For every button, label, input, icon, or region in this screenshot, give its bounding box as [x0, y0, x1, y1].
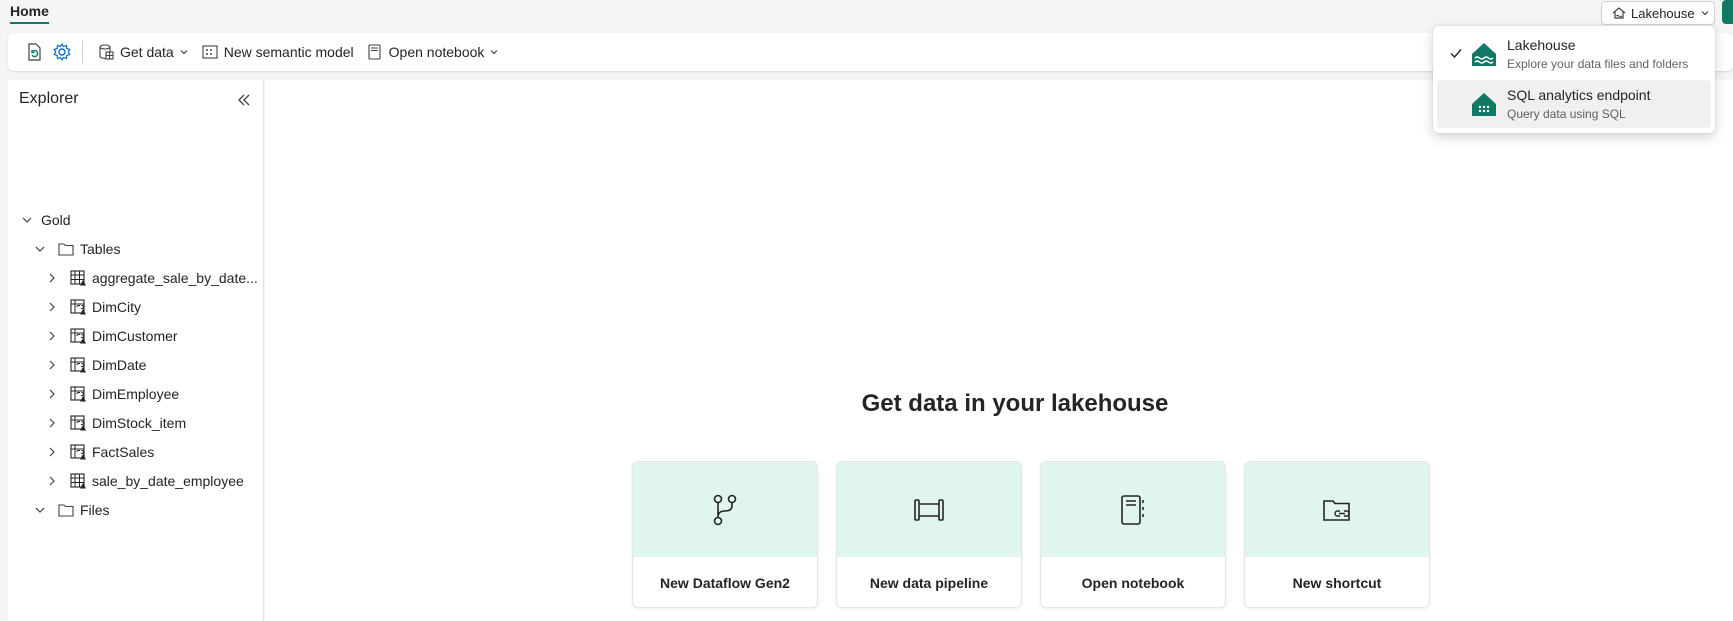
- open-notebook-button[interactable]: Open notebook: [360, 38, 506, 66]
- chevron-right-icon[interactable]: [42, 297, 62, 317]
- linked-table-icon: [68, 326, 88, 346]
- table-item-label: DimStock_item: [92, 415, 187, 431]
- tree-item-label: Tables: [80, 241, 121, 257]
- table-item[interactable]: sale_by_date_employee: [42, 467, 244, 495]
- card-label: Open notebook: [1081, 575, 1185, 591]
- table-icon: [68, 268, 88, 288]
- lakehouse-icon: [1472, 43, 1496, 66]
- table-icon: [68, 471, 88, 491]
- table-item-label: sale_by_date_employee: [92, 473, 244, 489]
- card-label: New data pipeline: [869, 575, 989, 591]
- chevron-right-icon[interactable]: [42, 355, 62, 375]
- card-label: New shortcut: [1292, 575, 1382, 591]
- chevron-down-icon: [1701, 11, 1709, 16]
- tree-item-files[interactable]: Files: [30, 496, 110, 524]
- explorer-pane: Explorer Gold Tables aggregate_sale_by_d…: [8, 80, 264, 621]
- linked-table-icon: [68, 413, 88, 433]
- table-item[interactable]: FactSales: [42, 438, 154, 466]
- table-item[interactable]: aggregate_sale_by_date...: [42, 264, 258, 292]
- table-item-label: DimCustomer: [92, 328, 178, 344]
- new-semantic-model-label: New semantic model: [223, 44, 354, 60]
- mode-switch-button[interactable]: Lakehouse: [1601, 1, 1715, 25]
- mode-switch-menu: Lakehouse Explore your data files and fo…: [1433, 26, 1715, 133]
- database-icon: [99, 44, 114, 60]
- page-title: Get data in your lakehouse: [861, 390, 1169, 417]
- tree-item-tables[interactable]: Tables: [30, 235, 120, 263]
- checkmark-icon: [1450, 49, 1462, 59]
- chevron-right-icon[interactable]: [42, 384, 62, 404]
- tree-item-label: Gold: [41, 212, 71, 228]
- menu-item-subtitle: Query data using SQL: [1507, 107, 1626, 121]
- chevron-down-icon[interactable]: [17, 210, 37, 230]
- toolbar-divider: [82, 41, 83, 63]
- settings-gear-icon[interactable]: [48, 38, 76, 66]
- new-semantic-model-button[interactable]: New semantic model: [195, 38, 360, 66]
- shortcut-folder-icon: [1323, 499, 1350, 521]
- linked-table-icon: [68, 355, 88, 375]
- collapse-pane-icon[interactable]: [234, 90, 254, 110]
- table-item[interactable]: DimDate: [42, 351, 146, 379]
- notebook-icon: [368, 44, 381, 60]
- semantic-model-icon: [202, 45, 218, 59]
- new-shortcut-card[interactable]: New shortcut: [1244, 461, 1430, 608]
- table-item[interactable]: DimStock_item: [42, 409, 186, 437]
- chevron-right-icon[interactable]: [42, 442, 62, 462]
- chevron-right-icon[interactable]: [42, 326, 62, 346]
- get-data-label: Get data: [120, 44, 174, 60]
- menu-item-title: SQL analytics endpoint: [1507, 87, 1651, 103]
- menu-item-lakehouse[interactable]: Lakehouse Explore your data files and fo…: [1437, 30, 1711, 78]
- linked-table-icon: [68, 384, 88, 404]
- tree-item-label: Files: [80, 502, 110, 518]
- folder-icon: [56, 239, 76, 259]
- table-item-label: FactSales: [92, 444, 155, 460]
- pipeline-icon: [914, 498, 944, 521]
- card-label: New Dataflow Gen2: [660, 575, 790, 591]
- chevron-down-icon[interactable]: [30, 500, 50, 520]
- share-button-edge[interactable]: [1722, 0, 1733, 24]
- new-data-pipeline-card[interactable]: New data pipeline: [836, 461, 1022, 608]
- lakehouse-icon: [1612, 7, 1626, 19]
- menu-item-sql-endpoint[interactable]: SQL analytics endpoint Query data using …: [1437, 80, 1711, 128]
- linked-table-icon: [68, 297, 88, 317]
- table-item-label: DimDate: [92, 357, 147, 373]
- table-item[interactable]: DimCustomer: [42, 322, 178, 350]
- menu-item-title: Lakehouse: [1507, 37, 1576, 53]
- main-canvas: Get data in your lakehouse New Dataflow …: [265, 80, 1733, 621]
- menu-item-subtitle: Explore your data files and folders: [1507, 57, 1689, 71]
- mode-switch-label: Lakehouse: [1631, 5, 1695, 21]
- tab-home[interactable]: Home: [10, 3, 49, 24]
- explorer-title: Explorer: [19, 90, 79, 107]
- notebook-icon: [1121, 494, 1144, 525]
- get-data-button[interactable]: Get data: [91, 38, 195, 66]
- chevron-right-icon[interactable]: [42, 413, 62, 433]
- table-item[interactable]: DimCity: [42, 293, 141, 321]
- chevron-right-icon[interactable]: [42, 268, 62, 288]
- table-item-label: DimCity: [92, 299, 141, 315]
- linked-table-icon: [68, 442, 88, 462]
- table-item[interactable]: DimEmployee: [42, 380, 179, 408]
- table-item-label: DimEmployee: [92, 386, 180, 402]
- refresh-icon[interactable]: [20, 38, 48, 66]
- open-notebook-label: Open notebook: [388, 44, 485, 60]
- open-notebook-card[interactable]: Open notebook: [1040, 461, 1226, 608]
- chevron-right-icon[interactable]: [42, 471, 62, 491]
- table-item-label: aggregate_sale_by_date...: [92, 270, 258, 286]
- chevron-down-icon[interactable]: [30, 239, 50, 259]
- chevron-down-icon: [180, 50, 188, 55]
- chevron-down-icon: [490, 50, 498, 55]
- sql-endpoint-icon: [1472, 93, 1496, 116]
- dataflow-icon: [713, 494, 737, 525]
- folder-icon: [56, 500, 76, 520]
- new-dataflow-card[interactable]: New Dataflow Gen2: [632, 461, 818, 608]
- tree-item-gold[interactable]: Gold: [17, 206, 71, 234]
